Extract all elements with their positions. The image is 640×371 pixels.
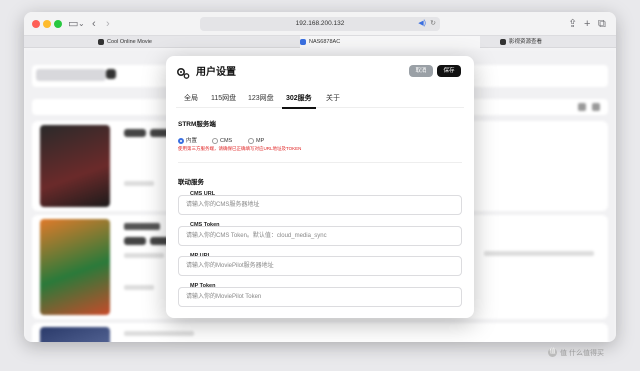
radio-mp[interactable]: MP	[248, 137, 264, 145]
watermark-logo-icon: 值	[548, 348, 557, 357]
bg-line	[484, 251, 594, 256]
tab-label: NAS6878AC	[309, 39, 341, 45]
bg-poster	[40, 125, 110, 207]
bg-icon	[578, 103, 586, 111]
radio-builtin[interactable]: 内置	[178, 137, 197, 145]
watermark-text: 值 什么值得买	[560, 350, 604, 357]
bg-line	[124, 253, 164, 258]
forward-icon[interactable]: ›	[106, 17, 110, 31]
browser-tab-3[interactable]: 影视资源查看	[500, 36, 616, 48]
save-button[interactable]: 保存	[437, 65, 461, 77]
section-divider	[178, 162, 462, 163]
mp-token-input[interactable]	[178, 287, 462, 307]
address-bar[interactable]: 192.168.200.132 ◀) ↻	[200, 17, 440, 31]
radio-label: CMS	[220, 138, 233, 144]
tab-label: 影视资源查看	[509, 39, 543, 45]
bg-poster	[40, 219, 110, 315]
bg-card	[32, 323, 608, 342]
browser-toolbar: ▭ ⌄ ‹ › 192.168.200.132 ◀) ↻ ⇪ + ⧉	[24, 12, 616, 36]
bg-title	[124, 223, 160, 230]
share-icon[interactable]: ⇪	[568, 17, 577, 31]
cms-token-input[interactable]	[178, 226, 462, 246]
bg-chip	[124, 237, 146, 245]
tab-global[interactable]: 全局	[184, 94, 198, 104]
close-window-button[interactable]	[32, 20, 40, 28]
browser-tab-strip: Cool Online Movie NAS6878AC 影视资源查看	[24, 36, 616, 48]
tab-favicon-icon	[500, 38, 506, 45]
bg-line	[124, 181, 154, 186]
zoom-window-button[interactable]	[54, 20, 62, 28]
modal-title: 用户设置	[196, 67, 236, 78]
gear-icon	[176, 67, 190, 79]
mp-url-input[interactable]	[178, 256, 462, 276]
cms-url-input[interactable]	[178, 195, 462, 215]
radio-label: 内置	[186, 138, 198, 144]
tab-302-service[interactable]: 302服务	[282, 94, 316, 109]
new-tab-icon[interactable]: +	[584, 17, 590, 31]
radio-selected-icon	[178, 137, 184, 144]
bg-brand	[36, 69, 106, 81]
speaker-icon[interactable]: ◀)	[418, 17, 426, 31]
bg-chip	[124, 129, 146, 137]
bg-icon	[592, 103, 600, 111]
tab-123[interactable]: 123网盘	[248, 94, 274, 104]
browser-tab-2[interactable]: NAS6878AC	[300, 36, 480, 48]
tab-115[interactable]: 115网盘	[211, 94, 236, 104]
bg-line	[124, 331, 194, 336]
tab-label: Cool Online Movie	[107, 39, 152, 45]
tab-favicon-icon	[300, 38, 306, 45]
cancel-button[interactable]: 取消	[409, 65, 433, 77]
tab-about[interactable]: 关于	[326, 94, 340, 104]
settings-tabs: 全局 115网盘 123网盘 302服务 关于	[176, 92, 464, 109]
sidebar-toggle-icon[interactable]: ▭	[68, 17, 78, 31]
bg-poster	[40, 327, 110, 342]
tab-overview-icon[interactable]: ⧉	[598, 17, 606, 31]
link-section-title: 联动服务	[178, 179, 204, 186]
address-text: 192.168.200.132	[295, 20, 345, 27]
minimize-window-button[interactable]	[43, 20, 51, 28]
bg-brand-button	[106, 69, 116, 79]
chevron-down-icon[interactable]: ⌄	[78, 17, 85, 31]
bg-line	[124, 285, 154, 290]
radio-unselected-icon	[248, 137, 254, 144]
radio-label: MP	[256, 138, 265, 144]
strm-warning-text: 使用第三方服务端，请确保已正确填写对应URL地址及TOKEN	[178, 146, 302, 151]
tab-favicon-icon	[98, 38, 104, 45]
radio-cms[interactable]: CMS	[212, 137, 232, 145]
strm-section-title: STRM服务端	[178, 121, 216, 128]
back-icon[interactable]: ‹	[92, 17, 96, 31]
radio-unselected-icon	[212, 137, 218, 144]
browser-tab-1[interactable]: Cool Online Movie	[98, 36, 278, 48]
reload-icon[interactable]: ↻	[430, 17, 436, 31]
user-settings-modal: 用户设置 取消 保存 全局 115网盘 123网盘 302服务 关于 STRM服…	[166, 56, 474, 318]
